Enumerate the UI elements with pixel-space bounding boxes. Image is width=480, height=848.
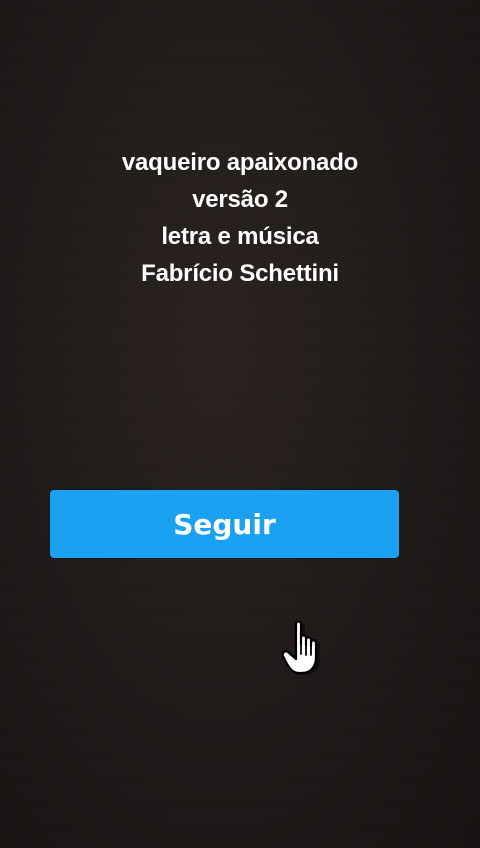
hand-pointer-icon [282,620,320,675]
title-line-artist: Fabrício Schettini [141,260,339,287]
title-line-version: versão 2 [192,186,288,213]
song-title-block: vaqueiro apaixonado versão 2 letra e mús… [0,144,480,292]
title-line-song: vaqueiro apaixonado [121,149,359,176]
title-line-credits: letra e música [161,223,319,250]
background-texture [0,0,480,848]
follow-button[interactable]: Seguir [50,490,399,558]
